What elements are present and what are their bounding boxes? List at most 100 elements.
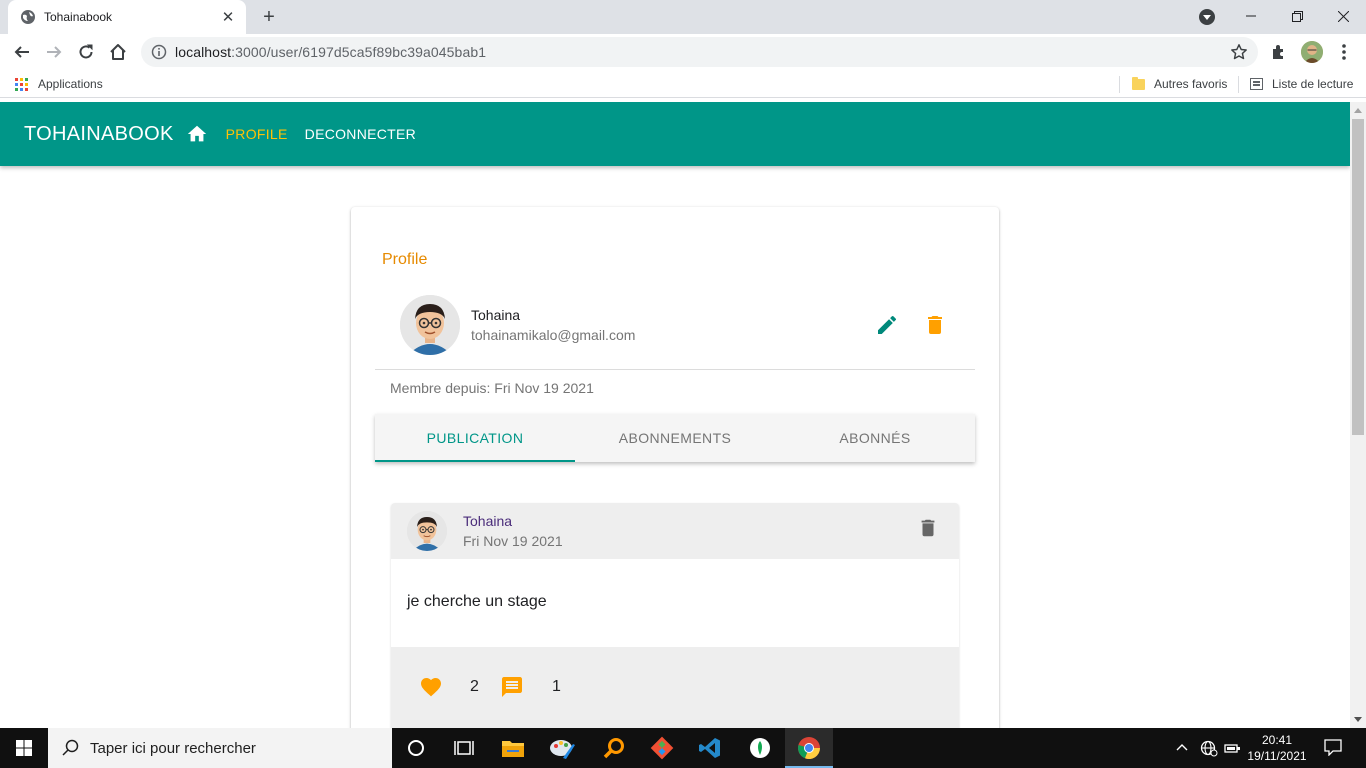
profile-divider [375,369,975,370]
browser-tabstrip: Tohainabook ✕ + [0,0,1366,34]
profile-card: Profile Tohaina tohainamikalo@gmail.com … [351,207,999,728]
arrow-right-icon [47,46,62,58]
brand-title[interactable]: TOHAINABOOK [24,123,174,146]
url-host: localhost [175,44,232,60]
close-window-button[interactable] [1320,0,1366,32]
bookmark-reading-list[interactable]: Liste de lecture [1250,77,1353,91]
minimize-button[interactable] [1228,0,1274,32]
bookmarks-divider [1119,76,1120,93]
forward-button[interactable] [40,38,68,66]
paint-button[interactable] [538,728,586,768]
home-outline-icon [110,44,126,60]
post-date: Fri Nov 19 2021 [463,533,563,549]
cartoon-avatar-icon [407,511,447,551]
reading-list-label: Liste de lecture [1272,77,1354,91]
post-author-avatar [407,511,447,551]
taskbar-clock[interactable]: 20:41 19/11/2021 [1242,732,1312,764]
like-count: 2 [470,678,479,695]
url-text: localhost:3000/user/6197d5ca5f89bc39a045… [175,44,486,60]
chrome-icon [798,737,821,760]
notification-center-icon[interactable] [1324,738,1342,756]
browser-tab[interactable]: Tohainabook ✕ [8,0,246,34]
restore-icon [1291,10,1303,22]
home-icon[interactable] [186,123,208,145]
mongodb-button[interactable] [736,728,784,768]
task-view-button[interactable] [440,728,488,768]
other-favorites-label: Autres favoris [1154,77,1228,91]
taskbar-search[interactable]: Taper ici pour rechercher [48,728,392,768]
post-author-name[interactable]: Tohaina [463,513,512,529]
post-card: Tohaina Fri Nov 19 2021 je cherche un st… [391,503,959,728]
user-avatar-icon [1301,41,1323,63]
vscode-button[interactable] [686,728,734,768]
nav-logout-link[interactable]: DECONNECTER [305,126,416,142]
globe-icon [21,10,35,24]
bookmark-other-favorites[interactable]: Autres favoris [1132,76,1228,91]
cortana-button[interactable] [392,728,440,768]
profile-avatar[interactable] [1301,41,1323,63]
network-globe-icon[interactable] [1200,739,1218,757]
post-actions: 2 1 [391,647,959,728]
file-explorer-icon [502,741,524,757]
more-vert-icon[interactable] [1338,43,1350,61]
post-content: je cherche un stage [407,593,547,610]
bookmark-applications[interactable]: Applications [15,77,103,91]
search-app-button[interactable] [590,728,638,768]
volume-icon[interactable] [1224,740,1242,756]
chrome-button[interactable] [785,728,833,768]
profile-title: Profile [382,251,428,268]
new-tab-button[interactable]: + [258,6,280,28]
clock-date: 19/11/2021 [1247,749,1307,763]
extensions-puzzle-icon[interactable] [1270,43,1288,61]
search-icon [62,739,79,756]
tab-title: Tohainabook [44,10,113,24]
tab-abonnements[interactable]: ABONNEMENTS [575,414,775,462]
url-path: :3000/user/6197d5ca5f89bc39a045bab1 [231,44,487,60]
tab-abonnes[interactable]: ABONNÉS [775,414,975,462]
heart-icon[interactable] [419,675,443,699]
delete-trash-icon[interactable] [917,517,939,539]
reload-button[interactable] [72,38,100,66]
profile-tabs: PUBLICATION ABONNEMENTS ABONNÉS [375,414,975,462]
nav-profile-link[interactable]: PROFILE [226,126,288,142]
delete-trash-icon[interactable] [923,313,947,337]
git-icon [650,736,674,760]
arrow-left-icon [14,46,29,58]
git-button[interactable] [638,728,686,768]
member-since: Membre depuis: Fri Nov 19 2021 [390,380,594,396]
tab-search-icon[interactable] [1199,9,1215,25]
page-scrollbar[interactable] [1350,102,1366,728]
paint-icon [550,740,575,759]
bookmarks-divider [1238,76,1239,93]
address-bar[interactable]: localhost:3000/user/6197d5ca5f89bc39a045… [141,37,1258,67]
page-viewport: TOHAINABOOK PROFILE DECONNECTER Profile … [0,102,1350,728]
minimize-icon [1246,15,1256,17]
close-tab-icon[interactable]: ✕ [220,9,236,26]
comment-icon[interactable] [500,675,524,699]
post-header: Tohaina Fri Nov 19 2021 [391,503,959,559]
file-explorer-button[interactable] [489,728,537,768]
start-button[interactable] [0,728,48,768]
windows-taskbar: Taper ici pour rechercher 20:41 19/11/20… [0,728,1366,768]
scroll-thumb[interactable] [1352,119,1364,435]
user-name: Tohaina [471,307,521,323]
info-icon[interactable] [151,44,167,60]
restore-button[interactable] [1274,0,1320,32]
back-button[interactable] [8,38,36,66]
windows-logo-icon [16,740,32,756]
tab-publication[interactable]: PUBLICATION [375,414,575,462]
bookmark-star-icon[interactable] [1230,43,1248,61]
edit-pencil-icon[interactable] [875,313,899,337]
task-view-icon [454,741,474,755]
user-email: tohainamikalo@gmail.com [471,327,636,343]
folder-icon [1132,76,1145,90]
system-tray [1176,728,1242,768]
scroll-up-arrow-icon[interactable] [1354,108,1362,113]
scroll-down-arrow-icon[interactable] [1354,717,1362,722]
home-button[interactable] [104,38,132,66]
bookmark-applications-label: Applications [38,77,103,91]
apps-grid-icon [15,77,28,91]
clock-time: 20:41 [1261,733,1293,747]
vscode-icon [699,738,720,758]
chevron-up-icon[interactable] [1176,742,1188,754]
